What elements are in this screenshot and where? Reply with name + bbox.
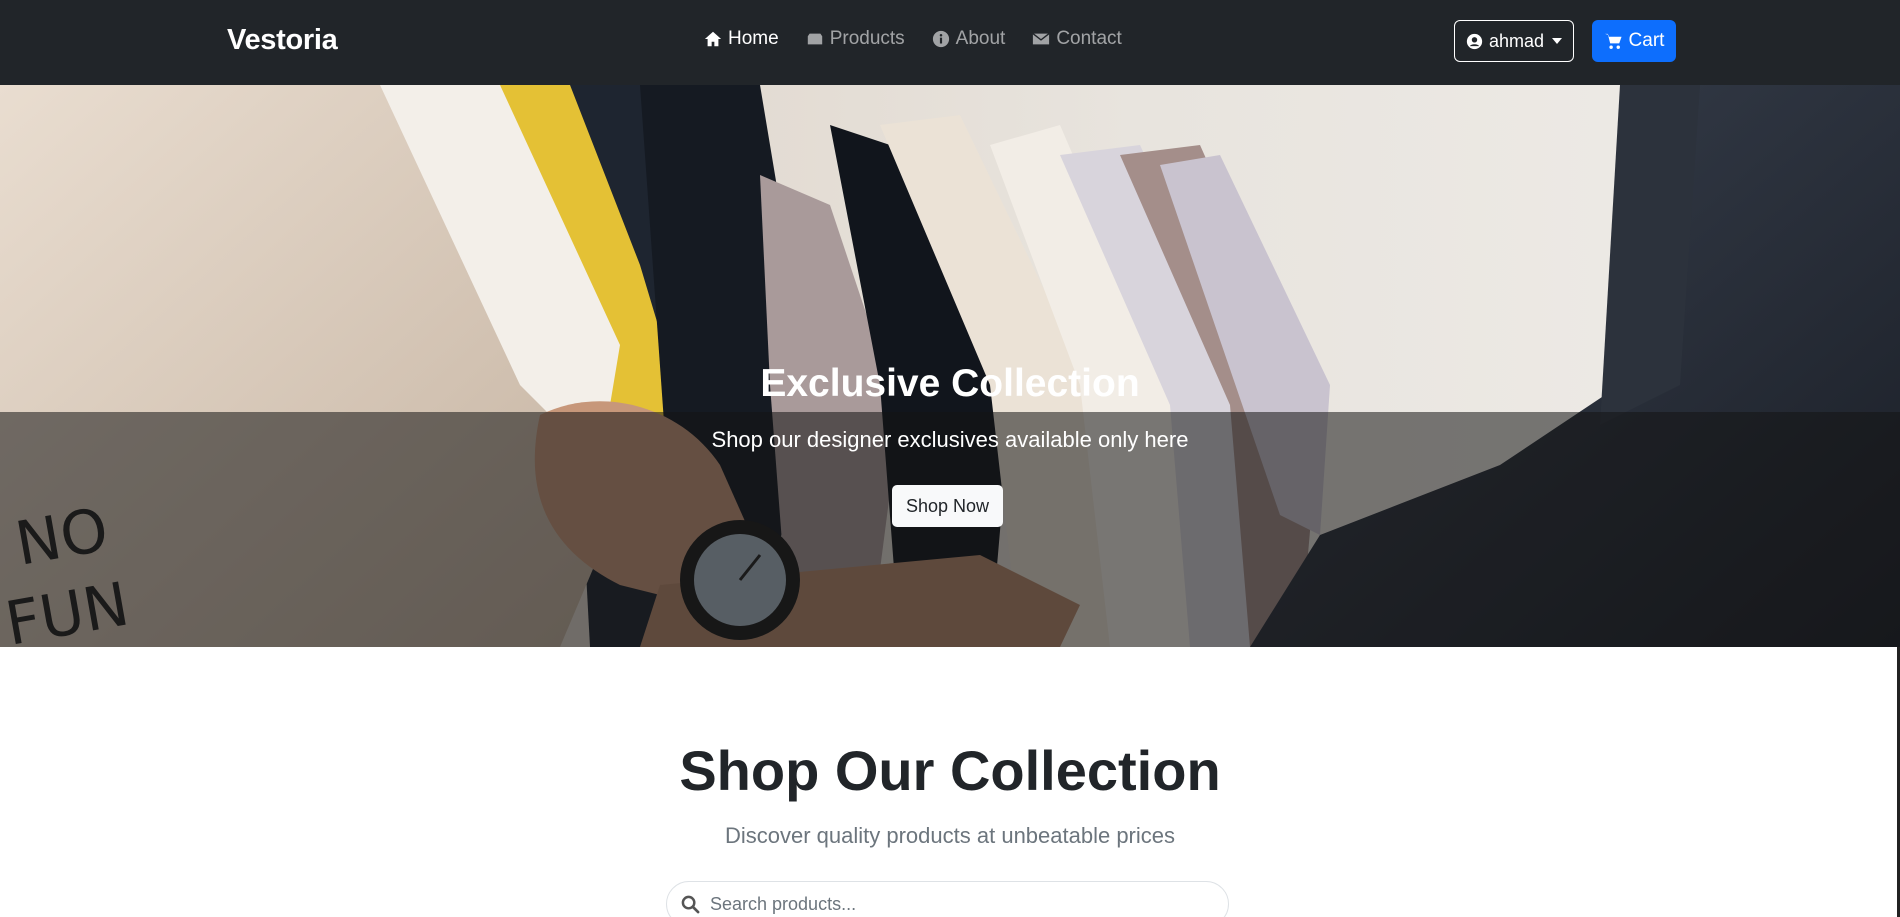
products-icon — [807, 33, 822, 45]
hero-subtitle: Shop our designer exclusives available o… — [711, 427, 1189, 452]
collection-title: Shop Our Collection — [679, 739, 1221, 802]
user-name: ahmad — [1488, 30, 1545, 51]
nav-links: Home Products About Contact — [704, 28, 1122, 50]
cart-icon — [1604, 33, 1622, 49]
collection-subtitle: Discover quality products at unbeatable … — [724, 823, 1176, 848]
nav-link-label: Home — [728, 28, 779, 49]
nav-link-home[interactable]: Home — [704, 28, 779, 50]
brand-logo[interactable]: Vestoria — [227, 24, 338, 57]
envelope-icon — [1032, 33, 1050, 45]
nav-link-contact[interactable]: Contact — [1032, 28, 1122, 50]
search-icon — [681, 895, 700, 913]
user-circle-icon — [1466, 33, 1483, 49]
navbar: Vestoria Home Products About Contact ahm… — [0, 0, 1900, 85]
nav-link-products[interactable]: Products — [806, 28, 905, 50]
nav-link-label: Products — [829, 28, 905, 49]
hero-title: Exclusive Collection — [760, 362, 1140, 405]
shop-now-button[interactable]: Shop Now — [892, 485, 1003, 527]
nav-link-label: About — [955, 28, 1006, 49]
nav-link-label: Contact — [1056, 28, 1122, 49]
home-icon — [704, 31, 722, 47]
cart-button[interactable]: Cart — [1592, 20, 1676, 62]
info-icon — [932, 30, 949, 48]
cart-label: Cart — [1628, 30, 1665, 51]
search-input[interactable] — [710, 893, 1190, 915]
search-bar — [666, 881, 1229, 917]
user-dropdown-button[interactable]: ahmad — [1454, 20, 1574, 62]
caret-down-icon — [1552, 38, 1563, 44]
nav-link-about[interactable]: About — [932, 28, 1006, 50]
